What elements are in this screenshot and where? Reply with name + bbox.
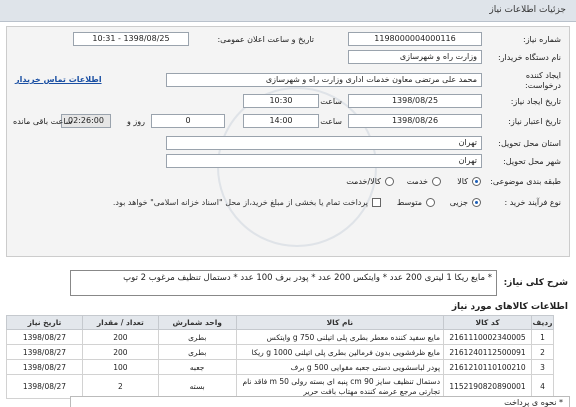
announce-label: تاریخ و ساعت اعلان عمومی:: [217, 35, 314, 44]
table-row[interactable]: 3 2161210110100210 پودر لباسشویی دستی جع…: [6, 359, 554, 375]
item-qty: 200: [81, 344, 159, 360]
category-label: طبقه بندی موضوعی:: [490, 177, 561, 186]
item-date: 1398/08/27: [6, 374, 83, 399]
treasury-payment-checkbox[interactable]: [372, 198, 381, 207]
item-name: دستمال تنظیف سایز 90 cm پنبه ای بسته رول…: [235, 374, 445, 399]
category-both-radio[interactable]: [385, 177, 394, 186]
table-row[interactable]: 2 2161240112500091 مایع ظرفشویی بدون فرم…: [6, 344, 554, 360]
province-label: استان محل تحویل:: [498, 139, 561, 148]
item-date: 1398/08/27: [6, 344, 83, 360]
send-date-field[interactable]: 1398/08/25: [348, 94, 482, 108]
announce-field[interactable]: 1398/08/25 - 10:31: [73, 32, 189, 46]
purchase-type-label: نوع فرآیند خرید :: [504, 198, 561, 207]
item-unit: بسته: [157, 374, 237, 399]
deadline-time-field[interactable]: 14:00: [243, 114, 319, 128]
goods-table: ردیف کد کالا نام کالا واحد شمارش تعداد /…: [6, 315, 554, 399]
item-date: 1398/08/27: [6, 359, 83, 375]
purchase-minor-radio[interactable]: [472, 198, 481, 207]
item-code: 2161210110100210: [443, 359, 533, 375]
province-field[interactable]: تهران: [166, 136, 482, 150]
table-row[interactable]: 4 1152190820890001 دستمال تنظیف سایز 90 …: [6, 374, 554, 399]
category-service-radio[interactable]: [432, 177, 441, 186]
deadline-time-label: ساعت: [320, 117, 342, 126]
purchase-minor-label: جزیی: [449, 198, 468, 207]
city-label: شهر محل تحویل:: [503, 157, 561, 166]
need-details-panel: شماره نیاز: 1198000004000116 تاریخ و ساع…: [6, 26, 570, 257]
goods-table-header: ردیف کد کالا نام کالا واحد شمارش تعداد /…: [6, 315, 554, 330]
item-qty: 200: [81, 329, 159, 345]
deadline-label: تاریخ اعتبار نیاز:: [508, 117, 561, 126]
page-title: جزئیات اطلاعات نیاز: [489, 5, 566, 15]
row-index: 2: [531, 344, 554, 360]
item-unit: بطری: [157, 344, 237, 360]
table-row[interactable]: 1 2161110002340005 مایع سفید کننده معطر …: [6, 329, 554, 345]
buyer-org-label: نام دستگاه خریدار:: [498, 53, 561, 62]
category-goods-label: کالا: [457, 177, 468, 186]
col-unit: واحد شمارش: [157, 315, 237, 330]
days-field[interactable]: 0: [151, 114, 225, 128]
remaining-label: ساعت باقی مانده: [13, 117, 73, 126]
send-date-label: تاریخ ایجاد نیاز:: [510, 97, 561, 106]
need-number-label: شماره نیاز:: [523, 35, 561, 44]
payment-method-label: * نحوه ی پرداخت: [504, 398, 563, 407]
deadline-date-field[interactable]: 1398/08/26: [348, 114, 482, 128]
description-box[interactable]: * مایع ریکا 1 لیتری 200 عدد * وایتکس 200…: [70, 270, 497, 296]
row-index: 4: [531, 374, 554, 399]
item-name: پودر لباسشویی دستی جعبه مقوایی 500 g برف: [235, 359, 445, 375]
buyer-contact-link[interactable]: اطلاعات تماس خریدار: [15, 75, 102, 84]
send-time-field[interactable]: 10:30: [243, 94, 319, 108]
col-name: نام کالا: [235, 315, 445, 330]
days-label: روز و: [127, 117, 145, 126]
col-code: کد کالا: [443, 315, 533, 330]
purchase-medium-label: متوسط: [396, 198, 422, 207]
purchase-medium-radio[interactable]: [426, 198, 435, 207]
item-code: 1152190820890001: [443, 374, 533, 399]
buyer-org-field[interactable]: وزارت راه و شهرسازی: [348, 50, 482, 64]
send-time-label: ساعت: [320, 97, 342, 106]
requester-field[interactable]: محمد علی مرتضی معاون خدمات اداری وزارت ر…: [166, 73, 482, 87]
payment-method-box: * نحوه ی پرداخت: [70, 396, 570, 407]
treasury-payment-note: پرداخت تمام یا بخشی از مبلغ خرید،از محل …: [112, 198, 368, 207]
item-date: 1398/08/27: [6, 329, 83, 345]
page-header: جزئیات اطلاعات نیاز: [0, 0, 576, 22]
category-both-label: کالا/خدمت: [346, 177, 381, 186]
category-service-label: خدمت: [406, 177, 428, 186]
col-row: ردیف: [531, 315, 554, 330]
row-index: 3: [531, 359, 554, 375]
need-number-field[interactable]: 1198000004000116: [348, 32, 482, 46]
item-unit: بطری: [157, 329, 237, 345]
item-qty: 2: [81, 374, 159, 399]
item-code: 2161110002340005: [443, 329, 533, 345]
city-field[interactable]: تهران: [166, 154, 482, 168]
goods-section-title: اطلاعات کالاهای مورد نیاز: [451, 302, 568, 312]
requester-label: ایجاد کننده درخواست:: [525, 71, 561, 90]
item-name: مایع سفید کننده معطر بطری پلی اتیلنی 750…: [235, 329, 445, 345]
item-code: 2161240112500091: [443, 344, 533, 360]
description-label: شرح کلی نیاز:: [503, 278, 568, 288]
item-qty: 100: [81, 359, 159, 375]
col-qty: تعداد / مقدار: [81, 315, 159, 330]
col-date: تاریخ نیاز: [6, 315, 83, 330]
item-unit: جعبه: [157, 359, 237, 375]
row-index: 1: [531, 329, 554, 345]
category-goods-radio[interactable]: [472, 177, 481, 186]
item-name: مایع ظرفشویی بدون فرمالین بطری پلی اتیلن…: [235, 344, 445, 360]
